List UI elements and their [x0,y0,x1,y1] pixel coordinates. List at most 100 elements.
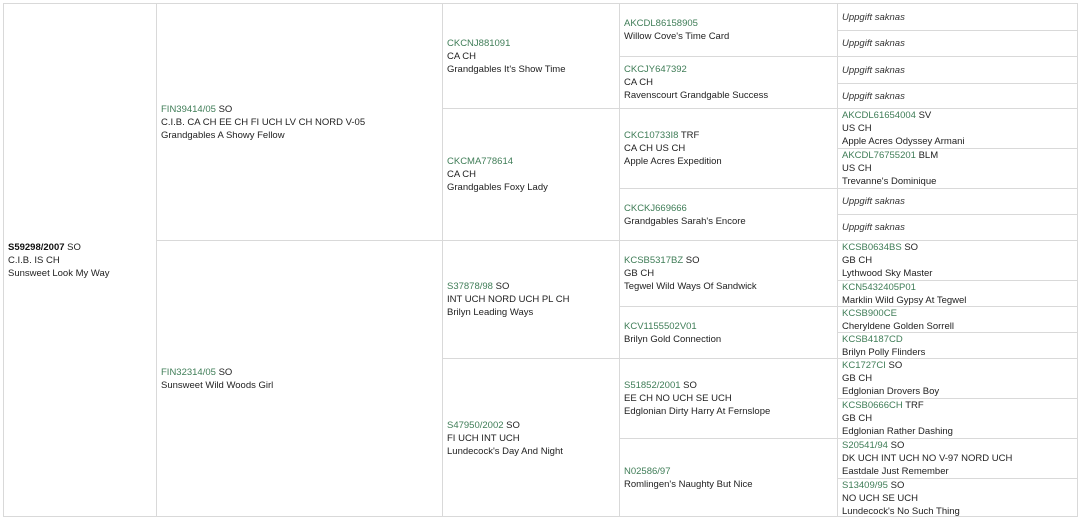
missing-info: Uppgift saknas [842,196,905,207]
registration-link[interactable]: AKCDL76755201 [842,150,916,161]
gen5-cell: S20541/94 SO DK UCH INT UCH NO V-97 NORD… [837,438,1077,478]
gen5-cell: KCSB0634BS SO GB CH Lythwood Sky Master [837,240,1077,280]
gen5-cell: KCSB900CE Cheryldene Golden Sorrell [837,306,1077,332]
missing-info: Uppgift saknas [842,11,905,23]
dog-name: Grandgables Foxy Lady [447,182,548,193]
dog-name: Grandgables Sarah's Encore [624,215,746,227]
titles: CA CH [447,50,477,62]
suffix: SO [888,360,903,371]
registration-link[interactable]: KCSB5317BZ [624,255,683,266]
titles: FI UCH INT UCH [447,432,520,444]
registration-link[interactable]: FIN32314/05 [161,367,216,378]
registration-link[interactable]: CKCJY647392 [624,64,687,75]
table-border-right [1077,3,1078,517]
dog-name: Eastdale Just Remember [842,466,949,477]
gen4-cell: KCV1155502V01 Brilyn Gold Connection [619,306,837,358]
registration-link[interactable]: S20541/94 [842,440,888,451]
gen5-cell: AKCDL61654004 SV US CH Apple Acres Odyss… [837,108,1077,148]
registration-link[interactable]: KCSB0666CH [842,400,903,411]
dog-name: Grandgables It's Show Time [447,63,566,75]
suffix: TRF [905,400,924,411]
registration-link[interactable]: KCSB900CE [842,308,897,319]
titles: EE CH NO UCH SE UCH [624,393,732,404]
dog-name: Trevanne's Dominique [842,176,937,187]
sire-cell: FIN39414/05 SO C.I.B. CA CH EE CH FI UCH… [156,3,442,240]
dog-name: Apple Acres Expedition [624,156,722,167]
titles: NO UCH SE UCH [842,493,919,504]
gen4-cell: S51852/2001 SO EE CH NO UCH SE UCH Edglo… [619,358,837,438]
missing-info: Uppgift saknas [842,222,905,233]
dog-name: Apple Acres Odyssey Armani [842,136,965,147]
titles: GB CH [842,413,873,424]
titles: CA CH [447,169,477,180]
gen5-cell: KCN5432405P01 Marklin Wild Gypsy At Tegw… [837,280,1077,306]
registration-link[interactable]: CKCKJ669666 [624,203,687,214]
dog-name: Lythwood Sky Master [842,268,933,279]
registration-link[interactable]: KCV1155502V01 [624,321,697,332]
registration-link[interactable]: CKC10733I8 [624,130,678,141]
registration-link[interactable]: AKCDL86158905 [624,18,698,29]
suffix: SO [218,367,233,378]
registration-link[interactable]: AKCDL61654004 [842,110,916,121]
gen3-cell: S37878/98 SO INT UCH NORD UCH PL CH Bril… [442,240,619,358]
missing-info: Uppgift saknas [842,64,905,76]
registration-link[interactable]: S37878/98 [447,281,493,292]
dog-name: Willow Cove's Time Card [624,31,730,42]
registration-link[interactable]: FIN39414/05 [161,104,216,115]
gen4-cell: N02586/97 Romlingen's Naughty But Nice [619,438,837,517]
missing-info: Uppgift saknas [842,38,905,49]
registration-link[interactable]: S47950/2002 [447,420,504,431]
suffix: SO [685,255,700,266]
gen5-cell: KCSB0666CH TRF GB CH Edglonian Rather Da… [837,398,1077,438]
titles: INT UCH NORD UCH PL CH [447,294,570,305]
titles: C.I.B. CA CH EE CH FI UCH LV CH NORD V-0… [161,116,366,128]
suffix: SO [67,242,81,253]
titles: GB CH [842,373,873,384]
registration-link[interactable]: CKCMA778614 [447,156,513,167]
gen4-cell: CKCKJ669666 Grandgables Sarah's Encore [619,188,837,240]
registration-link[interactable]: KCN5432405P01 [842,282,916,293]
suffix: SO [683,380,697,391]
titles: CA CH US CH [624,143,686,154]
suffix: SO [506,419,520,431]
gen4-cell: CKCJY647392 CA CH Ravenscourt Grandgable… [619,56,837,108]
dog-name: Edglonian Rather Dashing [842,426,953,437]
registration-link[interactable]: CKCNJ881091 [447,38,510,49]
registration-link[interactable]: S13409/95 [842,480,888,491]
dam-cell: FIN32314/05 SO Sunsweet Wild Woods Girl [156,240,442,517]
dog-name: Tegwel Wild Ways Of Sandwick [624,281,757,292]
gen5-cell: KC1727CI SO GB CH Edglonian Drovers Boy [837,358,1077,398]
titles: US CH [842,163,872,174]
gen5-cell: Uppgift saknas [837,3,1077,30]
registration-link[interactable]: N02586/97 [624,466,670,477]
titles: GB CH [842,255,873,266]
titles: C.I.B. IS CH [8,255,60,266]
registration-link[interactable]: KCSB0634BS [842,242,902,253]
gen4-cell: AKCDL86158905 Willow Cove's Time Card [619,3,837,56]
gen5-cell: Uppgift saknas [837,214,1077,240]
suffix: SO [890,440,905,451]
table-border-bottom [3,516,1078,517]
pedigree-subject-cell: S59298/2007 SO C.I.B. IS CH Sunsweet Loo… [3,3,156,517]
dog-name: Sunsweet Wild Woods Girl [161,380,274,391]
gen4-cell: CKC10733I8 TRF CA CH US CH Apple Acres E… [619,108,837,188]
dog-name: Ravenscourt Grandgable Success [624,90,769,101]
dog-name: Edglonian Dirty Harry At Fernslope [624,406,771,417]
suffix: SO [218,103,233,115]
titles: CA CH [624,77,654,88]
dog-name: Brilyn Gold Connection [624,333,722,345]
gen5-cell: Uppgift saknas [837,188,1077,214]
dog-name: Brilyn Leading Ways [447,307,534,318]
gen5-cell: Uppgift saknas [837,83,1077,108]
dog-name: Lundecock's Day And Night [447,445,563,457]
suffix: SV [918,110,932,121]
registration-link[interactable]: KC1727CI [842,360,886,371]
suffix: SO [890,480,905,491]
registration-link[interactable]: KCSB4187CD [842,334,903,345]
registration-number: S59298/2007 [8,242,65,253]
registration-link[interactable]: S51852/2001 [624,380,681,391]
suffix: BLM [918,150,939,161]
dog-name: Romlingen's Naughty But Nice [624,479,753,490]
dog-name: Sunsweet Look My Way [8,268,110,279]
gen5-cell: Uppgift saknas [837,30,1077,56]
